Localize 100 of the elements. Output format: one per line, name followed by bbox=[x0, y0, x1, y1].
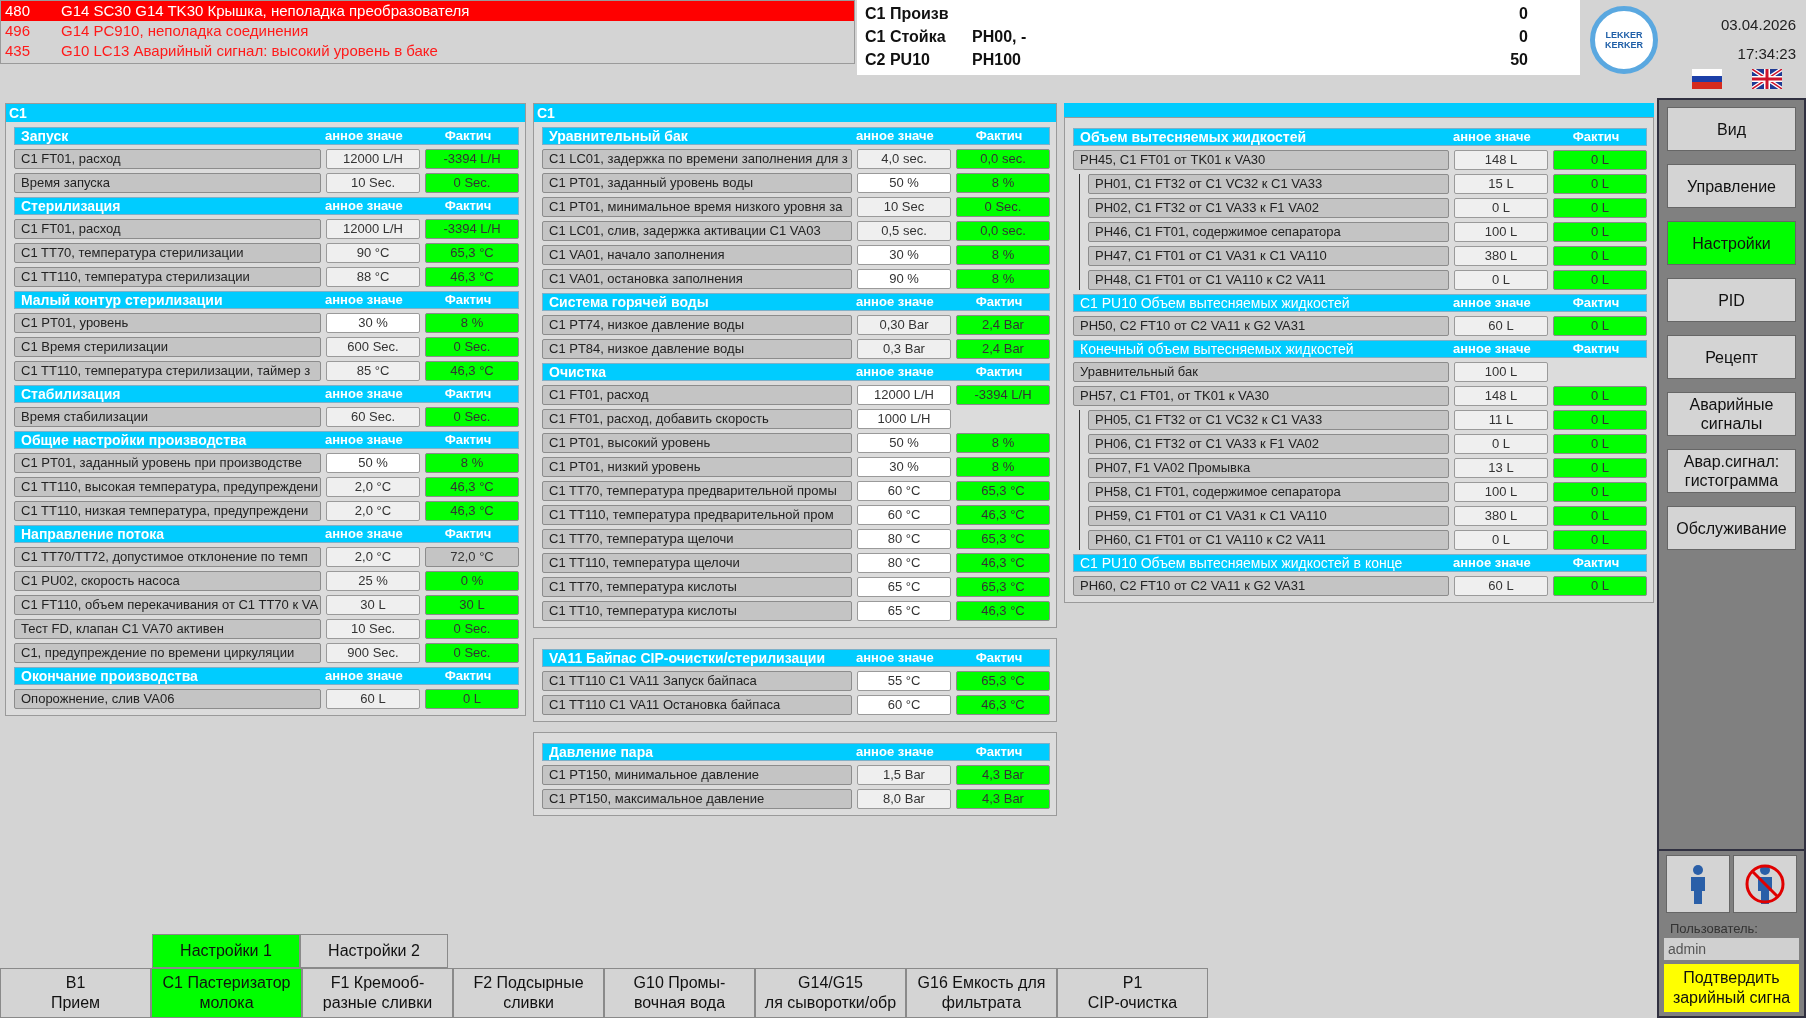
setpoint-field[interactable]: 30 % bbox=[857, 245, 951, 265]
setpoint-field[interactable]: 30 % bbox=[857, 457, 951, 477]
setpoint-field[interactable]: 50 % bbox=[857, 433, 951, 453]
setpoint-field[interactable]: 0,5 sec. bbox=[857, 221, 951, 241]
parameter-label: C1 TT110 C1 VA11 Запуск байпаса bbox=[542, 671, 852, 691]
setpoint-field[interactable]: 2,0 °C bbox=[326, 501, 420, 521]
column-header: анное значе bbox=[325, 128, 404, 144]
parameter-label: C1 TT110 C1 VA11 Остановка байпаса bbox=[542, 695, 852, 715]
actual-value: 0 L bbox=[1553, 150, 1647, 170]
setpoint-field[interactable]: 25 % bbox=[326, 571, 420, 591]
actual-value: 65,3 °C bbox=[956, 481, 1050, 501]
nav-button[interactable]: PID bbox=[1667, 278, 1796, 322]
section-title: Общие настройки производства bbox=[21, 432, 248, 448]
area-tab[interactable]: G14/G15 ля сыворотки/обр bbox=[755, 968, 906, 1018]
setpoint-field[interactable]: 380 L bbox=[1454, 506, 1548, 526]
actual-value: 8 % bbox=[956, 457, 1050, 477]
setpoint-field[interactable]: 80 °C bbox=[857, 529, 951, 549]
nav-button[interactable]: Настройки bbox=[1667, 221, 1796, 265]
setpoint-field[interactable]: 1000 L/H bbox=[857, 409, 951, 429]
parameter-label: C1 PT150, максимальное давление bbox=[542, 789, 852, 809]
setpoint-field[interactable]: 2,0 °C bbox=[326, 477, 420, 497]
setpoint-field[interactable]: 12000 L/H bbox=[326, 149, 420, 169]
nav-button[interactable]: Аварийные сигналы bbox=[1667, 392, 1796, 436]
setpoint-field[interactable]: 11 L bbox=[1454, 410, 1548, 430]
setpoint-field[interactable]: 100 L bbox=[1454, 222, 1548, 242]
setpoint-field[interactable]: 65 °C bbox=[857, 601, 951, 621]
nav-button[interactable]: Управление bbox=[1667, 164, 1796, 208]
parameter-label: PH50, C2 FT10 от C2 VA11 к G2 VA31 bbox=[1073, 316, 1449, 336]
sub-tab[interactable]: Настройки 1 bbox=[152, 934, 300, 968]
setpoint-field[interactable]: 50 % bbox=[326, 453, 420, 473]
setpoint-field[interactable]: 50 % bbox=[857, 173, 951, 193]
login-button[interactable] bbox=[1666, 854, 1730, 913]
setpoint-field[interactable]: 100 L bbox=[1454, 362, 1548, 382]
setpoint-field[interactable]: 12000 L/H bbox=[857, 385, 951, 405]
nav-button[interactable]: Рецепт bbox=[1667, 335, 1796, 379]
setpoint-field[interactable]: 0,30 Bar bbox=[857, 315, 951, 335]
setpoint-field[interactable]: 0 L bbox=[1454, 270, 1548, 290]
setpoint-field[interactable]: 60 Sec. bbox=[326, 407, 420, 427]
parameter-label: PH01, C1 FT32 от C1 VC32 к C1 VA33 bbox=[1088, 174, 1449, 194]
logout-button[interactable] bbox=[1733, 854, 1797, 913]
setpoint-field[interactable]: 60 °C bbox=[857, 505, 951, 525]
setpoint-field[interactable]: 10 Sec bbox=[857, 197, 951, 217]
column-header: анное значе bbox=[1453, 341, 1532, 357]
setpoint-field[interactable]: 80 °C bbox=[857, 553, 951, 573]
actual-value: 8 % bbox=[425, 313, 519, 333]
setpoint-field[interactable]: 10 Sec. bbox=[326, 173, 420, 193]
confirm-alarm-button[interactable]: Подтвердить зарийный сигна bbox=[1664, 964, 1799, 1012]
setpoint-field[interactable]: 0,3 Bar bbox=[857, 339, 951, 359]
setpoint-field[interactable]: 0 L bbox=[1454, 434, 1548, 454]
area-tab[interactable]: F2 Подсырные сливки bbox=[453, 968, 604, 1018]
sub-tab[interactable]: Настройки 2 bbox=[300, 934, 448, 968]
nav-button[interactable]: Авар.сигнал: гистограмма bbox=[1667, 449, 1796, 493]
area-tab[interactable]: B1 Прием bbox=[0, 968, 151, 1018]
area-tab[interactable]: G16 Емкость для фильтрата bbox=[906, 968, 1057, 1018]
nav-button[interactable]: Вид bbox=[1667, 107, 1796, 151]
parameter-label: Уравнительный бак bbox=[1073, 362, 1449, 382]
setpoint-field[interactable]: 12000 L/H bbox=[326, 219, 420, 239]
setpoint-field[interactable]: 148 L bbox=[1454, 150, 1548, 170]
area-tab[interactable]: C1 Пастеризатор молока bbox=[151, 968, 302, 1018]
setpoint-field[interactable]: 13 L bbox=[1454, 458, 1548, 478]
setpoint-field[interactable]: 60 L bbox=[1454, 316, 1548, 336]
setpoint-field[interactable]: 60 °C bbox=[857, 481, 951, 501]
parameter-label: C1 TT70, температура стерилизации bbox=[14, 243, 321, 263]
setpoint-field[interactable]: 100 L bbox=[1454, 482, 1548, 502]
parameter-label: PH60, C1 FT01 от C1 VA110 к C2 VA11 bbox=[1088, 530, 1449, 550]
setpoint-field[interactable]: 600 Sec. bbox=[326, 337, 420, 357]
setpoint-field[interactable]: 0 L bbox=[1454, 198, 1548, 218]
setpoint-field[interactable]: 15 L bbox=[1454, 174, 1548, 194]
setpoint-field[interactable]: 60 L bbox=[326, 689, 420, 709]
area-tab[interactable]: F1 Кремооб- разные сливки bbox=[302, 968, 453, 1018]
setpoint-field[interactable]: 10 Sec. bbox=[326, 619, 420, 639]
setpoint-field[interactable]: 90 °C bbox=[326, 243, 420, 263]
setpoint-field[interactable]: 8,0 Bar bbox=[857, 789, 951, 809]
parameter-label: C1 TT110, высокая температура, предупреждени bbox=[14, 477, 321, 497]
column-header: анное значе bbox=[856, 650, 935, 666]
area-tab[interactable]: G10 Промы- вочная вода bbox=[604, 968, 755, 1018]
alarm-row[interactable]: 480 G14 SC30 G14 TK30 Крышка, неполадка преобразователя bbox=[1, 1, 854, 21]
setpoint-field[interactable]: 900 Sec. bbox=[326, 643, 420, 663]
setpoint-field[interactable]: 380 L bbox=[1454, 246, 1548, 266]
setpoint-field[interactable]: 148 L bbox=[1454, 386, 1548, 406]
setpoint-field[interactable]: 1,5 Bar bbox=[857, 765, 951, 785]
setpoint-field[interactable]: 2,0 °C bbox=[326, 547, 420, 567]
setpoint-field[interactable]: 65 °C bbox=[857, 577, 951, 597]
setpoint-field[interactable]: 0 L bbox=[1454, 530, 1548, 550]
setpoint-field[interactable]: 30 L bbox=[326, 595, 420, 615]
setpoint-field[interactable]: 60 °C bbox=[857, 695, 951, 715]
setpoint-field[interactable]: 90 % bbox=[857, 269, 951, 289]
setpoint-field[interactable]: 60 L bbox=[1454, 576, 1548, 596]
nav-button[interactable]: Обслуживание bbox=[1667, 506, 1796, 550]
setpoint-field[interactable]: 85 °C bbox=[326, 361, 420, 381]
section-title: Стабилизация bbox=[21, 386, 122, 402]
setpoint-field[interactable]: 88 °C bbox=[326, 267, 420, 287]
flag-icon bbox=[1752, 69, 1782, 89]
setpoint-field[interactable]: 4,0 sec. bbox=[857, 149, 951, 169]
setpoint-field[interactable]: 55 °C bbox=[857, 671, 951, 691]
section-title: Малый контур стерилизации bbox=[21, 292, 224, 308]
area-tab[interactable]: P1 CIP-очистка bbox=[1057, 968, 1208, 1018]
status-label: C1 Произв bbox=[865, 3, 950, 24]
actual-value: 0,0 sec. bbox=[956, 149, 1050, 169]
setpoint-field[interactable]: 30 % bbox=[326, 313, 420, 333]
